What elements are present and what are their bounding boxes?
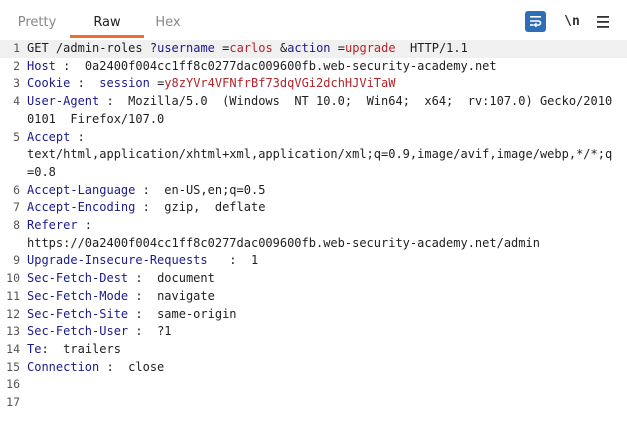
header-name: Upgrade-Insecure-Requests [27,253,208,268]
tab-pretty[interactable]: Pretty [4,0,70,35]
header-value: trailers [63,341,121,356]
header-value: navigate [157,288,215,303]
line-number: 10 [6,271,20,286]
param-value-action: upgrade [345,41,396,55]
line-number: 3 [13,76,20,91]
header-name: Accept [27,129,71,144]
header-value: close [128,359,165,374]
header-line-accept-language: 6 Accept-Language : en-US,en;q=0.5 [0,182,627,200]
param-name-username: username [157,41,215,55]
header-name: Host [27,58,56,73]
header-name: Sec-Fetch-Mode [27,288,129,303]
header-line-accept: 5 Accept : text/html,application/xhtml+x… [0,129,627,182]
header-value: ?1 [157,324,172,339]
header-value: https://0a2400f004cc1ff8c0277dac009600fb… [27,235,540,250]
line-number: 6 [13,182,20,197]
header-value: 0a2400f004cc1ff8c0277dac009600fb.web-sec… [84,58,497,73]
param-value-username: carlos [229,41,273,55]
header-line-upgrade-insecure-requests: 9 Upgrade-Insecure-Requests : 1 [0,252,627,270]
line-number: 11 [6,288,20,303]
wrap-lines-icon [530,16,542,28]
header-line-referer: 8 Referer : https://0a2400f004cc1ff8c027… [0,217,627,252]
header-line-accept-encoding: 7 Accept-Encoding : gzip, deflate [0,199,627,217]
header-name: Connection [27,359,100,374]
line-number: 13 [6,324,20,339]
header-name: Sec-Fetch-Site [27,306,129,321]
line-number: 7 [13,200,20,215]
header-line-user-agent: 4 User-Agent : Mozilla/5.0 (Windows NT 1… [0,93,627,128]
wrap-lines-toggle[interactable] [525,11,546,32]
options-menu-button[interactable] [593,11,613,33]
header-value: document [157,271,215,286]
raw-request-editor[interactable]: 1 GET /admin-roles ?username =carlos &ac… [0,40,627,431]
line-number: 2 [13,58,20,73]
header-line-sec-fetch-dest: 10 Sec-Fetch-Dest : document [0,270,627,288]
line-number: 16 [6,377,20,392]
cookie-value: y8zYVr4VFNfrBf73dqVGi2dchHJViTaW [164,76,396,91]
line-number: 1 [13,41,20,55]
header-line-sec-fetch-mode: 11 Sec-Fetch-Mode : navigate [0,288,627,306]
request-path: /admin-roles [55,41,143,55]
header-value: 1 [250,253,259,268]
request-line: 1 GET /admin-roles ?username =carlos &ac… [0,40,627,58]
header-name: Sec-Fetch-User [27,324,129,339]
line-number: 5 [13,129,20,144]
line-number: 17 [6,395,20,410]
header-line-te: 14 Te: trailers [0,341,627,359]
empty-line: 16 [0,376,627,394]
header-name: Accept-Language [27,182,136,197]
header-name: Te [27,341,42,356]
header-value: Mozilla/5.0 (Windows NT 10.0; Win64; x64… [27,94,613,126]
tab-hex[interactable]: Hex [144,0,192,35]
editor-tab-bar: Pretty Raw Hex \n [0,0,627,38]
param-name-action: action [287,41,331,55]
query-marker: ? [149,41,158,55]
header-value: gzip, deflate [164,200,266,215]
header-name: User-Agent [27,94,100,109]
header-name: Cookie [27,76,71,91]
header-value: en-US,en;q=0.5 [164,182,266,197]
show-newlines-toggle[interactable]: \n [561,11,583,33]
header-line-host: 2 Host : 0a2400f004cc1ff8c0277dac009600f… [0,58,627,76]
cookie-name: session [99,76,150,91]
header-name: Referer [27,218,78,233]
line-number: 14 [6,341,20,356]
param-equals: = [337,41,346,55]
line-number: 8 [13,218,20,233]
header-name: Sec-Fetch-Dest [27,271,129,286]
line-number: 12 [6,306,20,321]
empty-line: 17 [0,394,627,412]
header-value: same-origin [157,306,237,321]
line-number: 4 [13,94,20,109]
header-line-sec-fetch-site: 12 Sec-Fetch-Site : same-origin [0,306,627,324]
hamburger-menu-icon [597,16,609,28]
header-value: text/html,application/xhtml+xml,applicat… [27,147,613,179]
tab-raw[interactable]: Raw [70,0,144,38]
header-line-cookie: 3 Cookie : session =y8zYVr4VFNfrBf73dqVG… [0,75,627,93]
line-number: 9 [13,253,20,268]
line-number: 15 [6,359,20,374]
http-method: GET [27,41,49,55]
header-line-connection: 15 Connection : close [0,359,627,377]
header-line-sec-fetch-user: 13 Sec-Fetch-User : ?1 [0,323,627,341]
header-name: Accept-Encoding [27,200,136,215]
http-protocol: HTTP/1.1 [410,41,468,55]
